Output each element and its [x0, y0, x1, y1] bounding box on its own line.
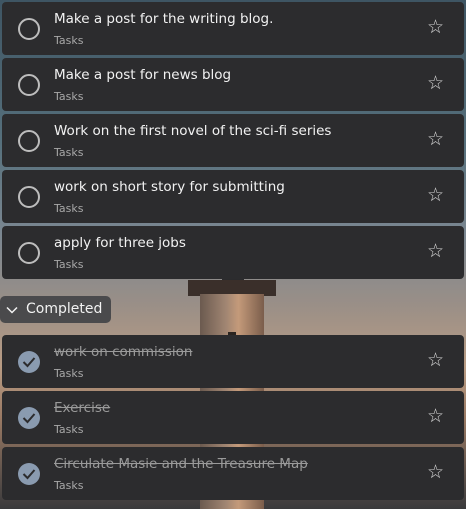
task-item[interactable]: work on short story for submitting Tasks… [2, 170, 464, 223]
task-view: Make a post for the writing blog. Tasks … [0, 0, 466, 509]
empty-circle-icon[interactable] [18, 18, 40, 40]
star-outline-icon[interactable]: ☆ [427, 405, 444, 427]
star-outline-icon[interactable]: ☆ [427, 16, 444, 38]
empty-circle-icon[interactable] [18, 186, 40, 208]
checkmark-circle-icon[interactable] [18, 407, 40, 429]
checkmark-circle-icon[interactable] [18, 351, 40, 373]
task-list-name: Tasks [54, 423, 84, 436]
completed-task-item[interactable]: work on commission Tasks ☆ [2, 335, 464, 388]
completed-section-toggle[interactable]: Completed [0, 296, 112, 323]
task-title: work on short story for submitting [54, 179, 285, 195]
task-list-name: Tasks [54, 258, 84, 271]
completed-task-item[interactable]: Circulate Masie and the Treasure Map Tas… [2, 447, 464, 500]
task-title: Circulate Masie and the Treasure Map [54, 456, 308, 472]
task-title: Work on the first novel of the sci-fi se… [54, 123, 332, 139]
task-list-name: Tasks [54, 34, 84, 47]
star-outline-icon[interactable]: ☆ [427, 461, 444, 483]
task-title: Make a post for the writing blog. [54, 11, 274, 27]
task-list-name: Tasks [54, 202, 84, 215]
task-title: Make a post for news blog [54, 67, 232, 83]
empty-circle-icon[interactable] [18, 130, 40, 152]
task-item[interactable]: Make a post for the writing blog. Tasks … [2, 2, 464, 55]
task-item[interactable]: Work on the first novel of the sci-fi se… [2, 114, 464, 167]
empty-circle-icon[interactable] [18, 242, 40, 264]
task-item[interactable]: Make a post for news blog Tasks ☆ [2, 58, 464, 111]
completed-task-item[interactable]: Exercise Tasks ☆ [2, 391, 464, 444]
star-outline-icon[interactable]: ☆ [427, 349, 444, 371]
star-outline-icon[interactable]: ☆ [427, 240, 444, 262]
task-list-name: Tasks [54, 90, 84, 103]
star-outline-icon[interactable]: ☆ [427, 72, 444, 94]
task-list-name: Tasks [54, 479, 84, 492]
empty-circle-icon[interactable] [18, 74, 40, 96]
star-outline-icon[interactable]: ☆ [427, 128, 444, 150]
task-title: apply for three jobs [54, 235, 186, 251]
completed-section-label: Completed [26, 301, 103, 317]
task-title: work on commission [54, 344, 193, 360]
task-item[interactable]: apply for three jobs Tasks ☆ [2, 226, 464, 279]
task-list-name: Tasks [54, 367, 84, 380]
checkmark-circle-icon[interactable] [18, 463, 40, 485]
task-list-name: Tasks [54, 146, 84, 159]
task-title: Exercise [54, 400, 111, 416]
star-outline-icon[interactable]: ☆ [427, 184, 444, 206]
chevron-down-icon [6, 306, 20, 314]
